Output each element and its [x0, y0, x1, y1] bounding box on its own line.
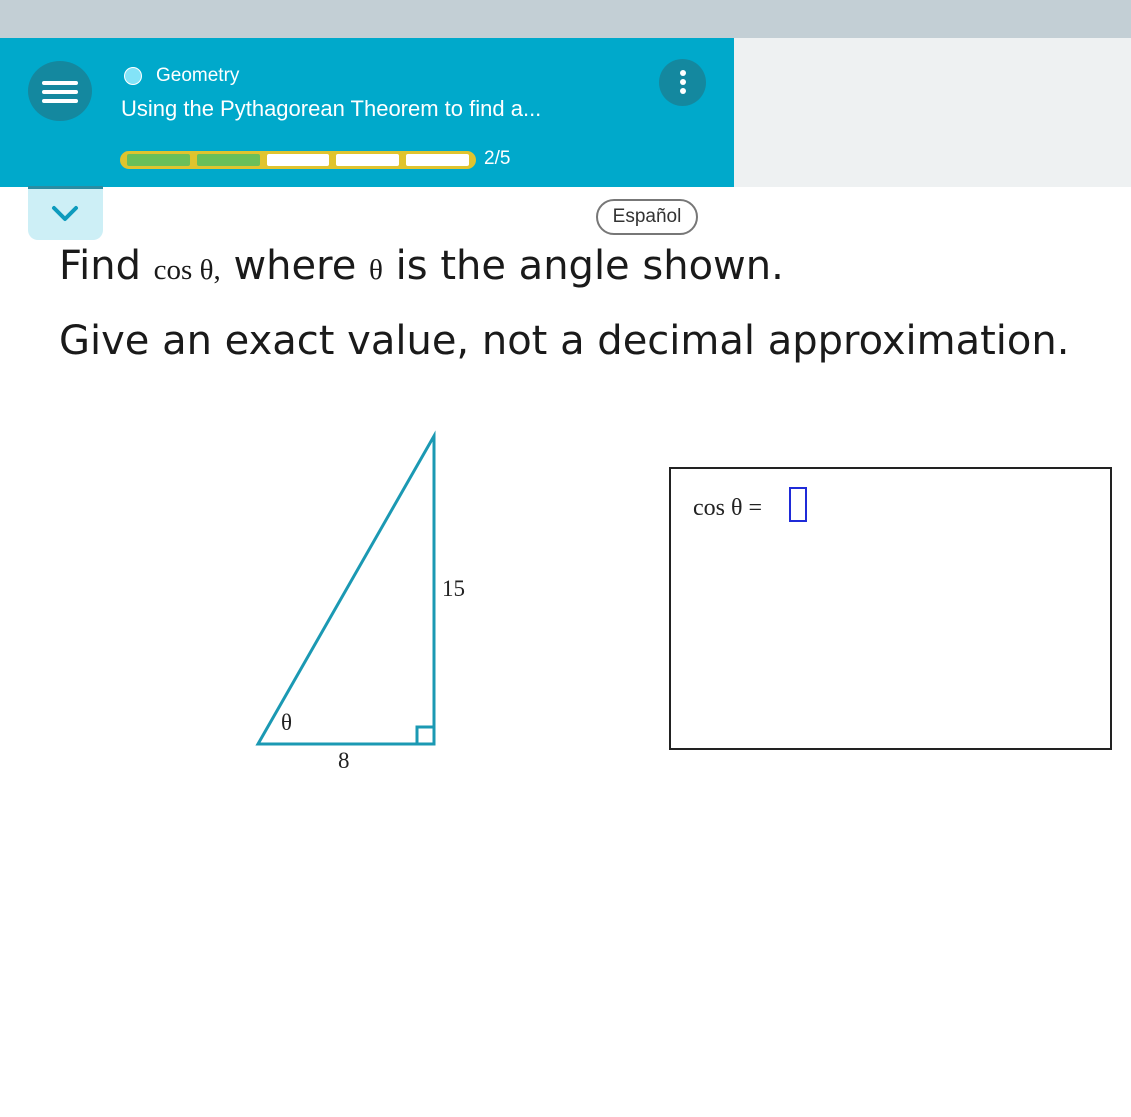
- angle-label: θ: [281, 710, 292, 735]
- right-angle-marker: [415, 725, 434, 744]
- horizontal-leg-label: 8: [338, 748, 350, 773]
- answer-input[interactable]: [789, 487, 807, 522]
- answer-label: cos θ =: [693, 495, 763, 521]
- vertical-leg-label: 15: [442, 576, 465, 601]
- answer-box: cos θ =: [669, 467, 1112, 750]
- right-triangle: [255, 430, 436, 746]
